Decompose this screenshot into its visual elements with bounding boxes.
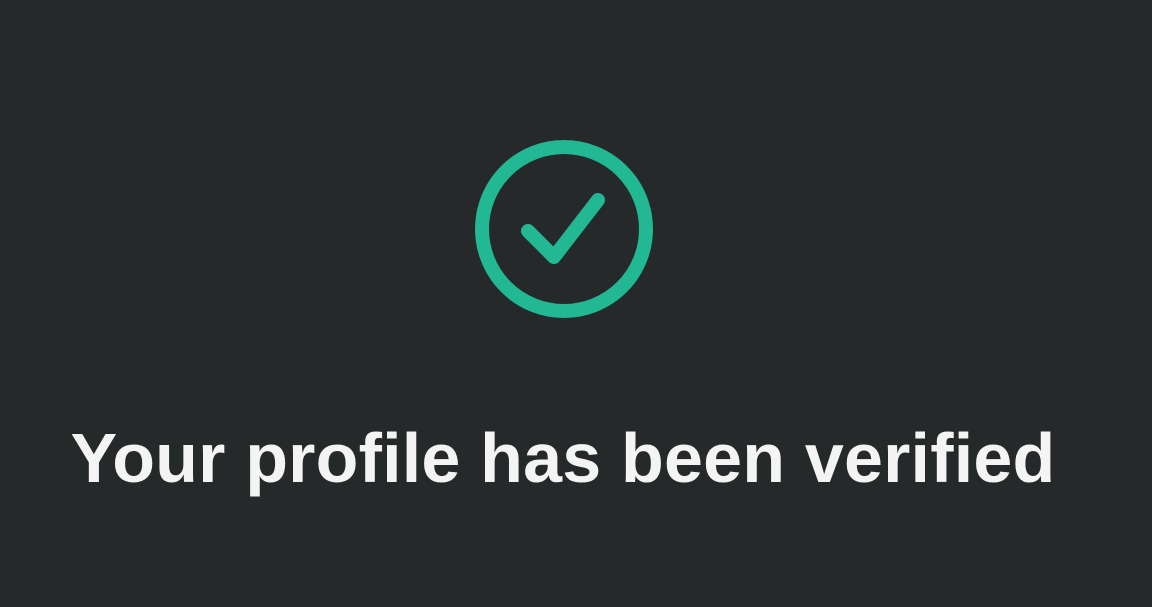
verification-message: Your profile has been verified: [70, 419, 1056, 497]
verification-screen: Your profile has been verified: [0, 0, 1152, 607]
check-circle-icon: [474, 139, 654, 319]
